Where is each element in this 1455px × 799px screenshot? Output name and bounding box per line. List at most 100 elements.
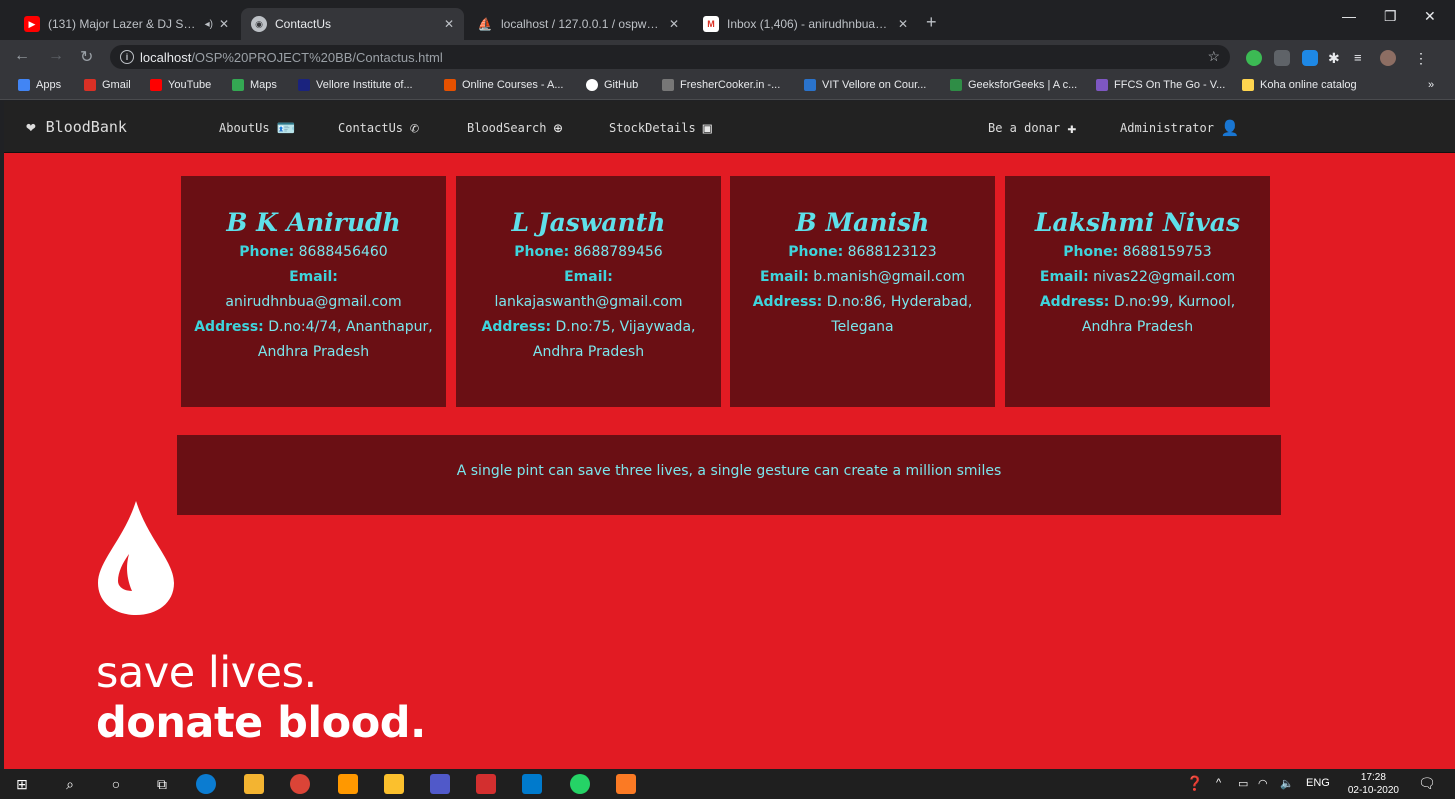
bookmark-youtube[interactable]: YouTube — [150, 79, 211, 91]
avatar[interactable] — [1380, 50, 1396, 66]
edge-icon[interactable] — [196, 774, 216, 794]
freshercooker-icon — [662, 79, 674, 91]
bookmark-vit[interactable]: Vellore Institute of... — [298, 79, 413, 91]
windows-start-icon[interactable]: ⊞ — [12, 774, 32, 794]
puzzle-icon[interactable]: ✱ — [1328, 50, 1344, 66]
taskbar-clock[interactable]: 17:28 02-10-2020 — [1348, 771, 1399, 797]
task-view-icon[interactable]: ⧉ — [152, 774, 172, 794]
cortana-icon[interactable]: ○ — [106, 774, 126, 794]
coursera-icon — [804, 79, 816, 91]
bookmark-koha[interactable]: Koha online catalog — [1242, 79, 1357, 91]
tray-chevron-icon[interactable]: ^ — [1216, 777, 1221, 789]
forward-icon[interactable]: → — [48, 47, 64, 65]
contact-address: Address: D.no:4/74, Ananthapur, Andhra P… — [181, 315, 446, 365]
address-bar[interactable]: i localhost/OSP%20PROJECT%20BB/Contactus… — [110, 45, 1230, 69]
bookmark-apps[interactable]: Apps — [18, 79, 61, 91]
file-explorer-icon[interactable] — [244, 774, 264, 794]
address-label: Address: — [194, 319, 264, 335]
quote-banner: A single pint can save three lives, a si… — [177, 435, 1281, 515]
address-value: D.no:86, Hyderabad, Telegana — [826, 294, 973, 335]
close-window-icon[interactable]: ✕ — [1424, 8, 1436, 25]
sublime-icon[interactable] — [338, 774, 358, 794]
reading-list-icon[interactable]: ≡ — [1354, 50, 1370, 66]
back-icon[interactable]: ← — [14, 47, 30, 65]
nav-label: Be a donar — [988, 121, 1061, 135]
teams-icon[interactable] — [430, 774, 450, 794]
nav-label: Administrator — [1120, 121, 1214, 135]
nav-label: ContactUs — [338, 121, 404, 135]
search-icon[interactable]: ⌕ — [60, 774, 80, 794]
nav-aboutus[interactable]: AboutUs 🪪 — [219, 119, 295, 137]
bookmark-geeksforgeeks[interactable]: GeeksforGeeks | A c... — [950, 79, 1077, 91]
bookmark-ffcs[interactable]: FFCS On The Go - V... — [1096, 79, 1225, 91]
restore-icon[interactable]: ❐ — [1384, 8, 1397, 25]
volume-icon[interactable]: 🔈 — [1280, 777, 1294, 790]
bookmark-star-icon[interactable]: ☆ — [1207, 48, 1220, 65]
slogan-line: save lives. — [96, 648, 317, 698]
tab-title: (131) Major Lazer & DJ Snake — [48, 17, 201, 31]
sticky-notes-icon[interactable] — [384, 774, 404, 794]
wifi-icon[interactable]: ◠ — [1258, 777, 1268, 790]
close-icon[interactable]: ✕ — [219, 17, 229, 31]
xampp-icon[interactable] — [616, 774, 636, 794]
notifications-icon[interactable]: 🗨 — [1418, 775, 1436, 792]
address-value: D.no:75, Vijaywada, Andhra Pradesh — [532, 319, 696, 360]
nav-stockdetails[interactable]: StockDetails ▣ — [609, 119, 712, 137]
menu-dots-icon[interactable]: ⋮ — [1414, 50, 1430, 66]
bookmark-gmail[interactable]: Gmail — [84, 79, 131, 91]
bookmark-label: Online Courses - A... — [462, 79, 564, 91]
tab-phpmyadmin[interactable]: ⛵ localhost / 127.0.0.1 / ospwork / ✕ — [467, 8, 689, 40]
address-label: Address: — [752, 294, 823, 310]
phone-value: 8688159753 — [1122, 244, 1212, 260]
grammarly-icon[interactable] — [1246, 50, 1262, 66]
extension-icon[interactable] — [1302, 50, 1318, 66]
whatsapp-icon[interactable] — [570, 774, 590, 794]
chrome-icon[interactable] — [290, 774, 310, 794]
contact-phone: Phone: 8688456460 — [181, 240, 446, 265]
bookmarks-more-button[interactable]: » — [1428, 79, 1434, 91]
close-icon[interactable]: ✕ — [669, 17, 679, 31]
tab-youtube[interactable]: ▶ (131) Major Lazer & DJ Snake ◂) ✕ — [14, 8, 239, 40]
acrobat-icon[interactable] — [476, 774, 496, 794]
address-label: Address: — [481, 319, 552, 335]
nav-bloodsearch[interactable]: BloodSearch ⊕ — [467, 119, 563, 137]
battery-icon[interactable]: ▭ — [1238, 777, 1248, 790]
contact-address: Address: D.no:75, Vijaywada, Andhra Prad… — [456, 315, 721, 365]
clock-date: 02-10-2020 — [1347, 785, 1399, 796]
bookmark-online-courses[interactable]: Online Courses - A... — [444, 79, 564, 91]
contact-phone: Phone: 8688123123 — [730, 240, 995, 265]
tab-contactus[interactable]: ◉ ContactUs ✕ — [241, 8, 464, 40]
email-value: lankajaswanth@gmail.com — [494, 294, 683, 310]
bookmark-maps[interactable]: Maps — [232, 79, 277, 91]
bookmark-freshercooker[interactable]: FresherCooker.in -... — [662, 79, 780, 91]
help-icon[interactable]: ❓ — [1186, 775, 1203, 792]
phone-value: 8688789456 — [573, 244, 663, 260]
contact-card: Lakshmi Nivas Phone: 8688159753 Email: n… — [1005, 176, 1270, 407]
nav-be-a-donar[interactable]: Be a donar ✚ — [988, 119, 1076, 137]
bookmark-github[interactable]: GitHub — [586, 79, 638, 91]
tab-gmail[interactable]: M Inbox (1,406) - anirudhnbua@gm ✕ — [693, 8, 918, 40]
vscode-icon[interactable] — [522, 774, 542, 794]
info-icon[interactable]: i — [120, 50, 134, 64]
bookmark-label: GeeksforGeeks | A c... — [968, 79, 1078, 91]
nav-contactus[interactable]: ContactUs ✆ — [338, 119, 419, 137]
phone-label: Phone: — [239, 244, 295, 260]
close-icon[interactable]: ✕ — [898, 17, 908, 31]
nav-administrator[interactable]: Administrator 👤 — [1120, 119, 1240, 137]
brand-link[interactable]: ❤ BloodBank — [26, 117, 127, 136]
bookmark-label: Koha online catalog — [1260, 79, 1357, 91]
new-tab-icon[interactable]: + — [926, 12, 937, 33]
bookmark-label: Apps — [36, 79, 62, 91]
contact-card: B Manish Phone: 8688123123 Email: b.mani… — [730, 176, 995, 407]
globe-icon: ◉ — [251, 16, 267, 32]
minimize-icon[interactable]: — — [1342, 8, 1356, 24]
bookmark-coursera[interactable]: VIT Vellore on Cour... — [804, 79, 926, 91]
browser-toolbar: ← → ↻ i localhost/OSP%20PROJECT%20BB/Con… — [0, 40, 1455, 74]
bookmark-label: FresherCooker.in -... — [680, 79, 781, 91]
extension-icon[interactable] — [1274, 50, 1290, 66]
nav-label: AboutUs — [219, 121, 270, 135]
reload-icon[interactable]: ↻ — [80, 47, 93, 67]
language-indicator[interactable]: ENG — [1306, 777, 1330, 789]
close-icon[interactable]: ✕ — [444, 17, 454, 31]
user-lock-icon: 👤 — [1220, 119, 1240, 137]
